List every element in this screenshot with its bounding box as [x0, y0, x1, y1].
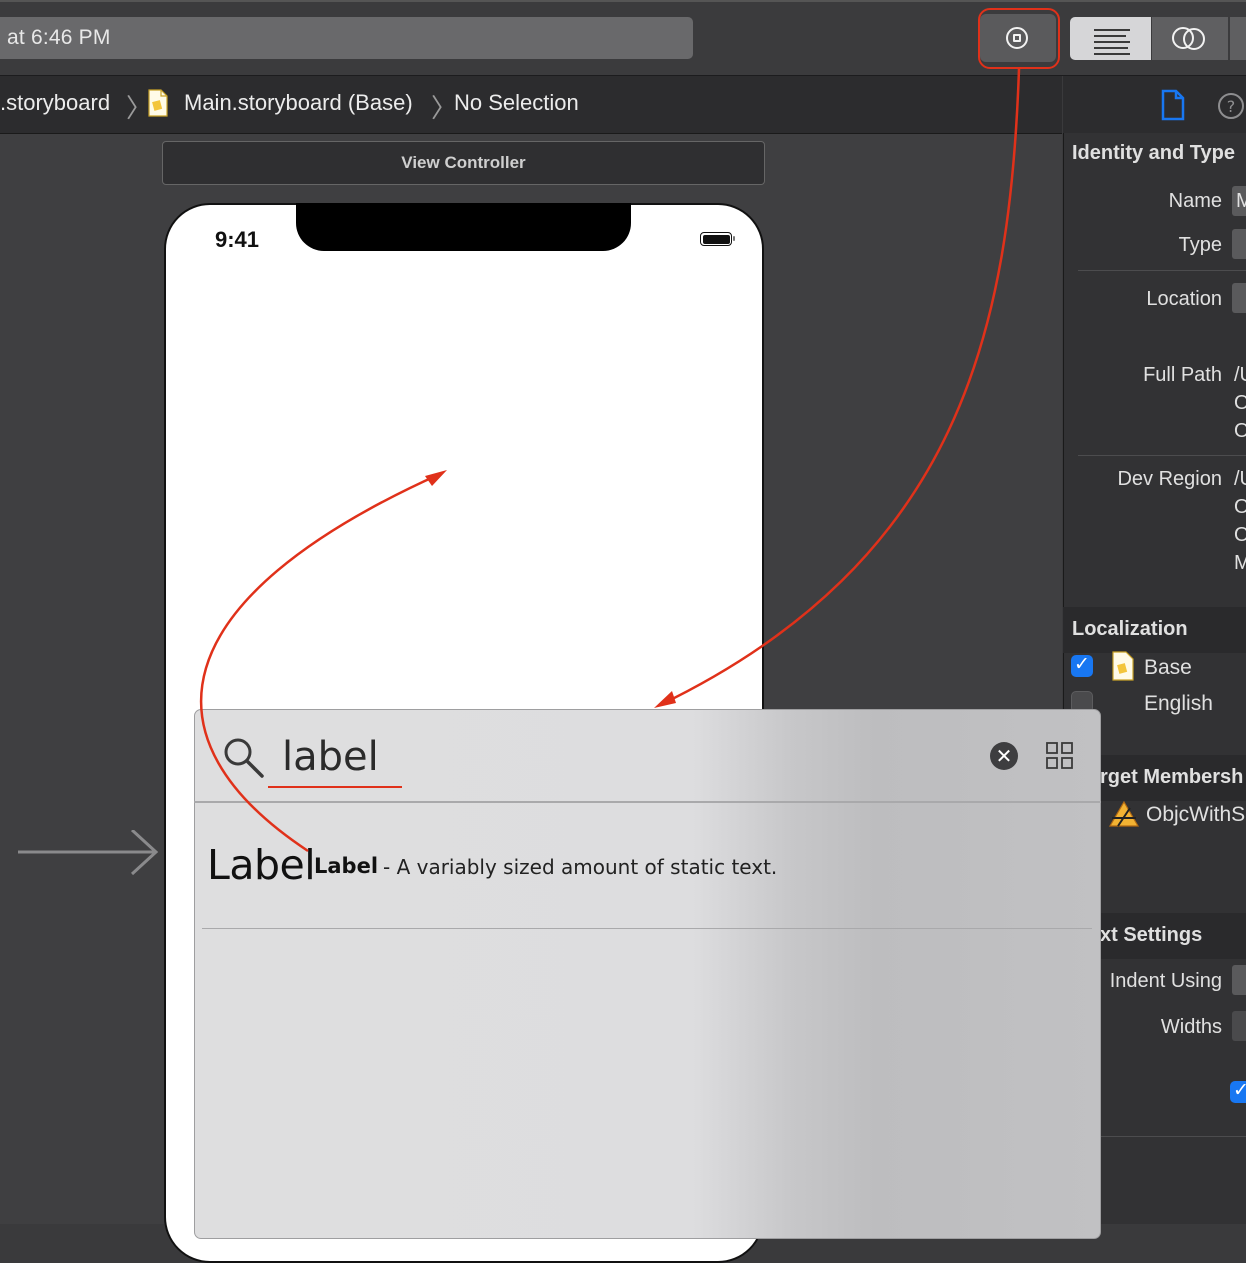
search-text-annotation-underline — [268, 786, 402, 788]
quick-help-icon[interactable]: ? — [1217, 92, 1246, 121]
breadcrumb-no-selection[interactable]: No Selection — [454, 90, 579, 116]
assistant-editor-icon — [1172, 27, 1205, 50]
english-localization-label: English — [1144, 692, 1213, 715]
base-localization-label: Base — [1144, 656, 1192, 679]
full-path-value-line: O — [1234, 392, 1246, 414]
clear-search-icon[interactable]: ✕ — [990, 742, 1018, 770]
initial-view-controller-arrow-icon — [18, 830, 159, 876]
search-icon — [224, 738, 264, 778]
library-button-highlight — [978, 8, 1060, 69]
result-description: - A variably sized amount of static text… — [383, 855, 778, 879]
dev-region-value-line: O — [1234, 524, 1246, 546]
target-membership-header: rget Membersh — [1100, 766, 1244, 788]
version-editor-button[interactable] — [1229, 17, 1246, 60]
localization-file-icon — [1112, 651, 1134, 681]
text-settings-header: xt Settings — [1100, 924, 1203, 946]
device-notch — [296, 203, 631, 251]
status-bar-time: 9:41 — [215, 227, 260, 252]
name-label: Name — [1168, 190, 1222, 212]
result-divider — [202, 928, 1092, 929]
app-target-icon — [1108, 800, 1140, 827]
divider — [1078, 455, 1246, 456]
type-label: Type — [1178, 234, 1222, 256]
result-title: Label — [314, 854, 379, 878]
dev-region-value-line: M — [1234, 552, 1246, 574]
label-object-preview[interactable]: Label — [207, 841, 316, 889]
full-path-label: Full Path — [1143, 364, 1222, 386]
name-field-value: M — [1236, 190, 1246, 212]
library-search-input[interactable]: label — [282, 734, 379, 780]
localization-header: Localization — [1072, 618, 1188, 640]
target-name[interactable]: ObjcWithS — [1146, 803, 1245, 827]
activity-status-text: at 6:46 PM — [7, 26, 111, 49]
full-path-value-line: O — [1234, 420, 1246, 442]
widths-field[interactable] — [1232, 1011, 1246, 1041]
wrap-lines-checkbox[interactable] — [1230, 1081, 1246, 1103]
dev-region-value-line: O — [1234, 496, 1246, 518]
full-path-value-line: /U — [1234, 364, 1246, 386]
dev-region-label: Dev Region — [1117, 468, 1222, 490]
location-label: Location — [1146, 288, 1222, 310]
file-inspector-icon[interactable] — [1160, 89, 1186, 121]
scene-title-bar[interactable]: View Controller — [162, 141, 765, 185]
indent-using-popup[interactable] — [1232, 965, 1246, 995]
storyboard-file-icon — [148, 89, 168, 117]
svg-text:?: ? — [1227, 97, 1236, 116]
standard-editor-button[interactable] — [1070, 17, 1151, 60]
location-popup[interactable] — [1232, 283, 1246, 313]
divider — [1078, 1136, 1246, 1137]
identity-and-type-header: Identity and Type — [1072, 142, 1235, 164]
breadcrumb-storyboard-folder[interactable]: .storyboard — [0, 90, 110, 116]
assistant-editor-button[interactable] — [1152, 17, 1228, 60]
divider — [1078, 270, 1246, 271]
grid-view-toggle-icon[interactable] — [1046, 742, 1074, 770]
type-popup[interactable] — [1232, 229, 1246, 259]
breadcrumb-main-storyboard[interactable]: Main.storyboard (Base) — [184, 90, 413, 116]
battery-icon — [700, 232, 735, 246]
standard-editor-icon — [1094, 29, 1130, 55]
dev-region-value-line: /U — [1234, 468, 1246, 490]
base-localization-checkbox[interactable] — [1071, 653, 1093, 677]
